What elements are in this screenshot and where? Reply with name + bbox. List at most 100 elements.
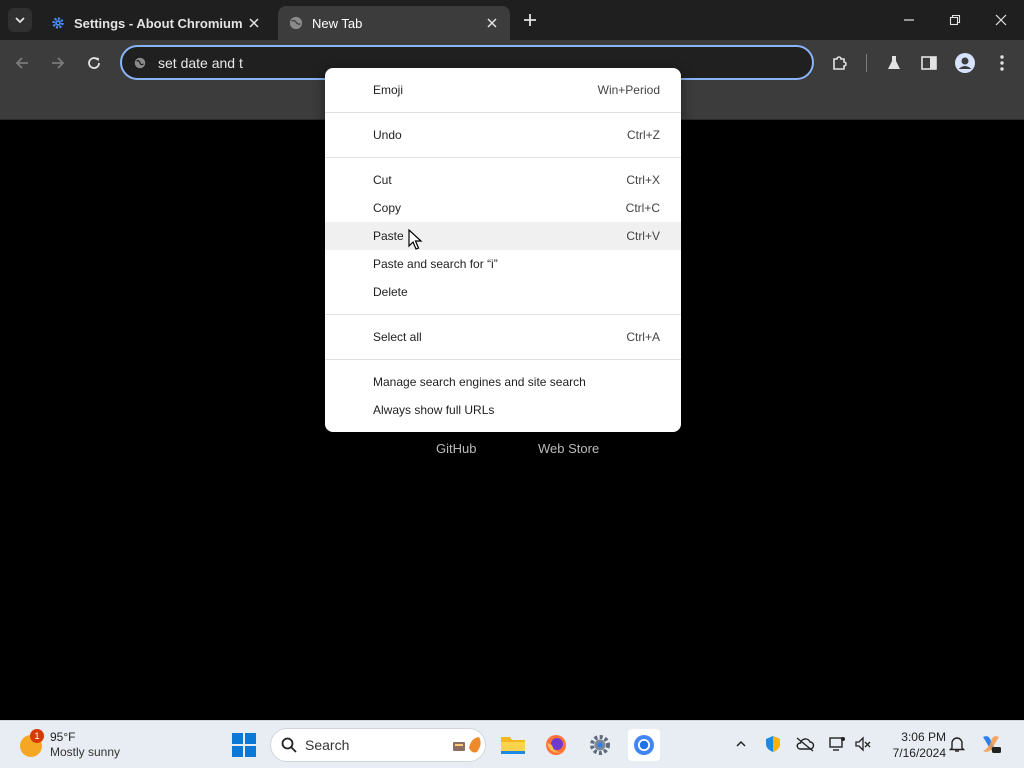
forward-arrow-icon bbox=[52, 57, 65, 69]
menu-button[interactable] bbox=[989, 50, 1015, 76]
menu-separator bbox=[325, 149, 681, 166]
clock-date: 7/16/2024 bbox=[892, 746, 946, 760]
minimize-icon bbox=[904, 19, 914, 21]
menu-item-emoji[interactable]: Emoji Win+Period bbox=[325, 76, 681, 104]
weather-widget[interactable]: 1 95°F Mostly sunny bbox=[18, 727, 148, 763]
show-hidden-icons-button[interactable] bbox=[730, 733, 752, 755]
tab-search-button[interactable] bbox=[8, 8, 32, 32]
menu-item-delete[interactable]: Delete bbox=[325, 278, 681, 306]
new-tab-button[interactable] bbox=[518, 8, 542, 32]
tab-title: New Tab bbox=[312, 15, 363, 31]
volume-tray-button[interactable] bbox=[852, 733, 874, 755]
browser-window: Settings - About Chromium New Tab set da… bbox=[0, 0, 1024, 768]
back-button[interactable] bbox=[9, 50, 35, 76]
search-placeholder: Search bbox=[305, 737, 350, 753]
context-menu: Emoji Win+Period Undo Ctrl+Z Cut Ctrl+X Cop… bbox=[325, 68, 681, 432]
shield-icon bbox=[766, 736, 780, 752]
restore-icon bbox=[949, 14, 961, 26]
extensions-button[interactable] bbox=[827, 50, 853, 76]
menu-separator bbox=[325, 104, 681, 121]
menu-item-label: Undo bbox=[373, 128, 402, 142]
menu-item-paste[interactable]: Paste Ctrl+V bbox=[325, 222, 681, 250]
menu-item-cut[interactable]: Cut Ctrl+X bbox=[325, 166, 681, 194]
globe-icon bbox=[288, 15, 304, 31]
menu-item-label: Always show full URLs bbox=[373, 403, 495, 417]
menu-item-label: Paste and search for “i” bbox=[373, 257, 498, 271]
kebab-menu-icon bbox=[1000, 55, 1004, 71]
menu-item-label: Copy bbox=[373, 201, 402, 215]
firefox-icon bbox=[546, 735, 566, 755]
weather-condition: Mostly sunny bbox=[50, 745, 121, 759]
address-bar-text: set date and t bbox=[158, 54, 243, 71]
search-highlight-icon bbox=[453, 737, 481, 753]
notification-badge: 1 bbox=[30, 729, 44, 743]
firefox-button[interactable] bbox=[540, 729, 572, 761]
chevron-down-icon bbox=[15, 17, 25, 24]
copilot-button[interactable] bbox=[980, 733, 1002, 755]
taskbar-search[interactable]: Search bbox=[270, 728, 486, 762]
back-arrow-icon bbox=[15, 57, 28, 69]
start-button[interactable] bbox=[232, 733, 256, 757]
puzzle-icon bbox=[833, 56, 847, 70]
reload-button[interactable] bbox=[81, 50, 107, 76]
onedrive-tray-button[interactable] bbox=[794, 733, 816, 755]
tab-settings[interactable]: Settings - About Chromium bbox=[40, 6, 272, 40]
reload-icon bbox=[88, 57, 100, 69]
menu-item-shortcut: Win+Period bbox=[597, 83, 660, 97]
forward-button[interactable] bbox=[45, 50, 71, 76]
menu-item-select-all[interactable]: Select all Ctrl+A bbox=[325, 323, 681, 351]
close-icon[interactable] bbox=[484, 15, 500, 31]
menu-item-shortcut: Ctrl+X bbox=[626, 173, 660, 187]
restore-button[interactable] bbox=[932, 0, 978, 40]
gear-icon bbox=[590, 735, 610, 755]
windows-logo-icon bbox=[232, 733, 243, 744]
chevron-up-icon bbox=[736, 740, 746, 747]
avatar-icon bbox=[955, 53, 975, 73]
menu-item-copy[interactable]: Copy Ctrl+C bbox=[325, 194, 681, 222]
menu-item-manage-search-engines[interactable]: Manage search engines and site search bbox=[325, 368, 681, 396]
side-panel-button[interactable] bbox=[916, 50, 942, 76]
settings-button[interactable] bbox=[584, 729, 616, 761]
menu-item-label: Cut bbox=[373, 173, 392, 187]
file-explorer-button[interactable] bbox=[497, 729, 529, 761]
toolbar-divider bbox=[866, 54, 867, 72]
profile-button[interactable] bbox=[952, 50, 978, 76]
window-close-button[interactable] bbox=[978, 0, 1024, 40]
speaker-muted-icon bbox=[855, 736, 871, 752]
menu-separator bbox=[325, 306, 681, 323]
menu-item-label: Emoji bbox=[373, 83, 404, 97]
menu-item-shortcut: Ctrl+A bbox=[626, 330, 660, 344]
shortcut-web-store[interactable]: Web Store bbox=[538, 441, 599, 456]
tab-title: Settings - About Chromium bbox=[74, 15, 243, 31]
flask-icon bbox=[888, 56, 900, 69]
menu-item-label: Manage search engines and site search bbox=[373, 375, 586, 389]
menu-item-always-show-full-urls[interactable]: Always show full URLs bbox=[325, 396, 681, 424]
search-icon bbox=[281, 737, 297, 753]
network-tray-button[interactable] bbox=[826, 733, 848, 755]
security-tray-button[interactable] bbox=[762, 733, 784, 755]
minimize-button[interactable] bbox=[886, 0, 932, 40]
menu-item-label: Select all bbox=[373, 330, 422, 344]
cloud-offline-icon bbox=[796, 737, 815, 752]
taskbar: 1 95°F Mostly sunny Search 3:06 PM 7/16/… bbox=[0, 720, 1024, 768]
close-icon[interactable] bbox=[246, 15, 262, 31]
bell-icon bbox=[949, 737, 965, 752]
folder-icon bbox=[501, 737, 525, 754]
close-icon bbox=[995, 14, 1007, 26]
tab-new-tab[interactable]: New Tab bbox=[278, 6, 510, 40]
clock-time: 3:06 PM bbox=[901, 730, 946, 744]
clock[interactable]: 3:06 PM 7/16/2024 bbox=[880, 729, 946, 761]
tab-strip: Settings - About Chromium New Tab bbox=[0, 0, 1024, 40]
shortcut-github[interactable]: GitHub bbox=[436, 441, 476, 456]
menu-item-paste-and-search[interactable]: Paste and search for “i” bbox=[325, 250, 681, 278]
weather-temp: 95°F bbox=[50, 730, 76, 744]
menu-item-shortcut: Ctrl+Z bbox=[627, 128, 660, 142]
chromium-button[interactable] bbox=[628, 729, 660, 761]
menu-item-label: Delete bbox=[373, 285, 408, 299]
side-panel-icon bbox=[921, 56, 937, 70]
menu-item-undo[interactable]: Undo Ctrl+Z bbox=[325, 121, 681, 149]
mouse-cursor-icon bbox=[408, 229, 423, 250]
notifications-button[interactable] bbox=[946, 733, 968, 755]
labs-button[interactable] bbox=[881, 50, 907, 76]
search-engine-icon bbox=[132, 55, 148, 71]
